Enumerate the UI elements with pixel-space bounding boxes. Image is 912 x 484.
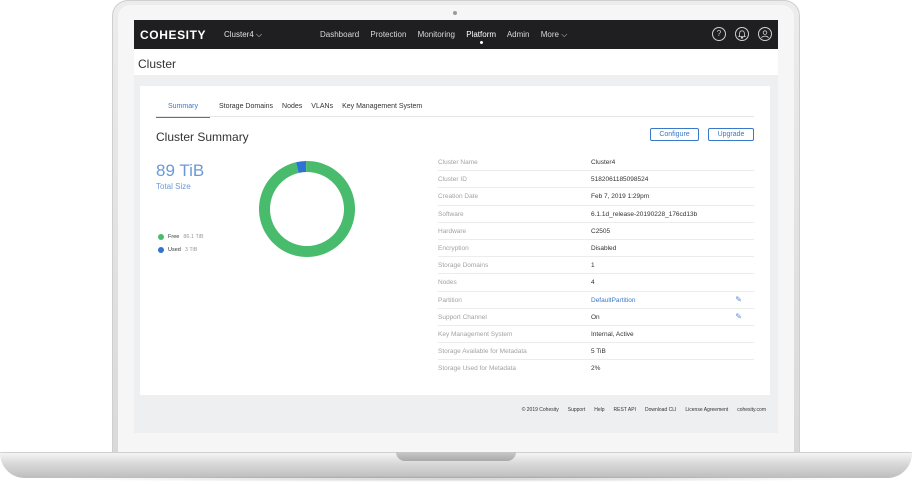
partition-link[interactable]: DefaultPartition [591,297,635,304]
chevron-down-icon: ⌵ [256,30,263,39]
property-row: Key Management System Internal, Active [438,326,754,344]
property-row: Support Channel On ✎ [438,309,754,326]
nav-admin[interactable]: Admin [507,30,530,39]
footer-link-help[interactable]: Help [594,407,604,413]
property-key: Key Management System [438,330,513,338]
chart-legend: Free 86.1 TiB Used 3 TiB [158,230,204,256]
property-row: Storage Available for Metadata 5 TiB [438,343,754,361]
nav-monitoring[interactable]: Monitoring [418,30,455,39]
footer-link-cohesity-com[interactable]: cohesity.com [737,407,766,413]
property-row: Cluster Name Cluster4 [438,154,754,172]
property-key: Encryption [438,244,469,252]
property-key: Support Channel [438,313,487,321]
property-row: Encryption Disabled [438,240,754,258]
storage-donut-chart [259,161,355,257]
legend-dot-used [158,246,164,253]
property-value: 4 [591,279,595,287]
legend-dot-free [158,233,164,240]
property-value: 6.1.1d_release-20190228_176cd13b [591,210,698,218]
legend-value-used: 3 TiB [184,246,198,253]
nav-dashboard[interactable]: Dashboard [320,30,359,39]
property-row: Nodes 4 [438,274,754,292]
legend-item-free: Free 86.1 TiB [158,230,204,243]
property-row: Hardware C2505 [438,223,754,240]
footer-link-license-agreement[interactable]: License Agreement [685,407,728,413]
edit-pencil-icon[interactable]: ✎ [735,312,742,321]
property-value: C2505 [591,227,611,235]
summary-card: Summary Storage Domains Nodes VLANs Key … [140,86,770,395]
legend-label-used: Used [168,246,181,253]
property-row: Software 6.1.1d_release-20190228_176cd13b [438,206,754,223]
bell-icon[interactable] [735,27,749,41]
footer-link-rest-api[interactable]: REST API [614,407,636,413]
property-row: Partition DefaultPartition ✎ [438,292,754,309]
cluster-selector[interactable]: Cluster4 ⌵ [224,30,262,40]
app-screen: COHESITY Cluster4 ⌵ Dashboard Protection… [134,20,778,433]
property-row: Cluster ID 5182061185098524 [438,171,754,189]
main-nav: Dashboard Protection Monitoring Platform… [320,30,576,40]
property-key: Cluster Name [438,159,478,166]
summary-title: Cluster Summary [156,130,249,144]
property-key: Nodes [438,279,457,287]
property-row: Creation Date Feb 7, 2019 1:29pm [438,188,754,206]
legend-value-free: 86.1 TiB [183,233,204,240]
cohesity-logo: COHESITY [140,28,207,42]
property-row: Storage Domains 1 [438,257,754,275]
property-key: Hardware [438,227,467,235]
camera-icon [453,11,457,15]
cluster-properties: Cluster Name Cluster4 Cluster ID 518206118… [438,154,754,377]
legend-item-used: Used 3 TiB [158,243,204,256]
property-row: Storage Used for Metadata 2% [438,360,754,377]
property-key: Storage Available for Metadata [438,348,527,356]
laptop-base-notch [396,452,516,461]
property-value: Disabled [591,244,617,252]
property-key: Creation Date [438,193,479,201]
property-key: Partition [438,296,462,304]
nav-platform[interactable]: Platform [466,30,496,39]
legend-label-free: Free [168,233,180,240]
property-value: 5182061185098524 [591,176,649,184]
upgrade-button[interactable]: Upgrade [708,128,754,141]
tab-divider [156,116,754,117]
edit-pencil-icon[interactable]: ✎ [735,295,742,304]
property-value: 1 [591,262,595,270]
configure-button[interactable]: Configure [650,128,699,141]
property-value: Internal, Active [591,330,634,338]
property-value: Cluster4 [591,159,616,166]
property-key: Cluster ID [438,176,467,184]
total-size-value: 89 TiB [156,161,205,180]
footer-link-support[interactable]: Support [568,407,586,413]
title-bar [134,49,778,75]
nav-protection[interactable]: Protection [370,30,406,39]
property-key: Software [438,210,464,218]
property-key: Storage Domains [438,262,489,270]
user-icon[interactable] [758,27,772,41]
help-icon[interactable]: ? [712,27,726,41]
top-navbar: COHESITY Cluster4 ⌵ Dashboard Protection… [134,20,778,49]
nav-more[interactable]: More ⌵ [541,30,568,39]
top-icons: ? [712,27,772,41]
property-key: Storage Used for Metadata [438,365,517,373]
page-footer: © 2019 Cohesity Support Help REST API Do… [522,407,766,413]
footer-copyright: © 2019 Cohesity [521,407,559,413]
property-value: Feb 7, 2019 1:29pm [591,193,650,201]
total-size-label: Total Size [156,182,191,191]
cluster-selector-label: Cluster4 [224,30,254,39]
footer-link-download-cli[interactable]: Download CLI [645,407,676,413]
donut-slice-free [259,161,355,257]
property-value: On [591,313,600,321]
property-value: 2% [591,365,601,373]
property-value: 5 TiB [591,348,606,356]
nav-more-label: More [540,30,559,39]
laptop-shadow [40,476,872,482]
page-title: Cluster [138,57,177,71]
